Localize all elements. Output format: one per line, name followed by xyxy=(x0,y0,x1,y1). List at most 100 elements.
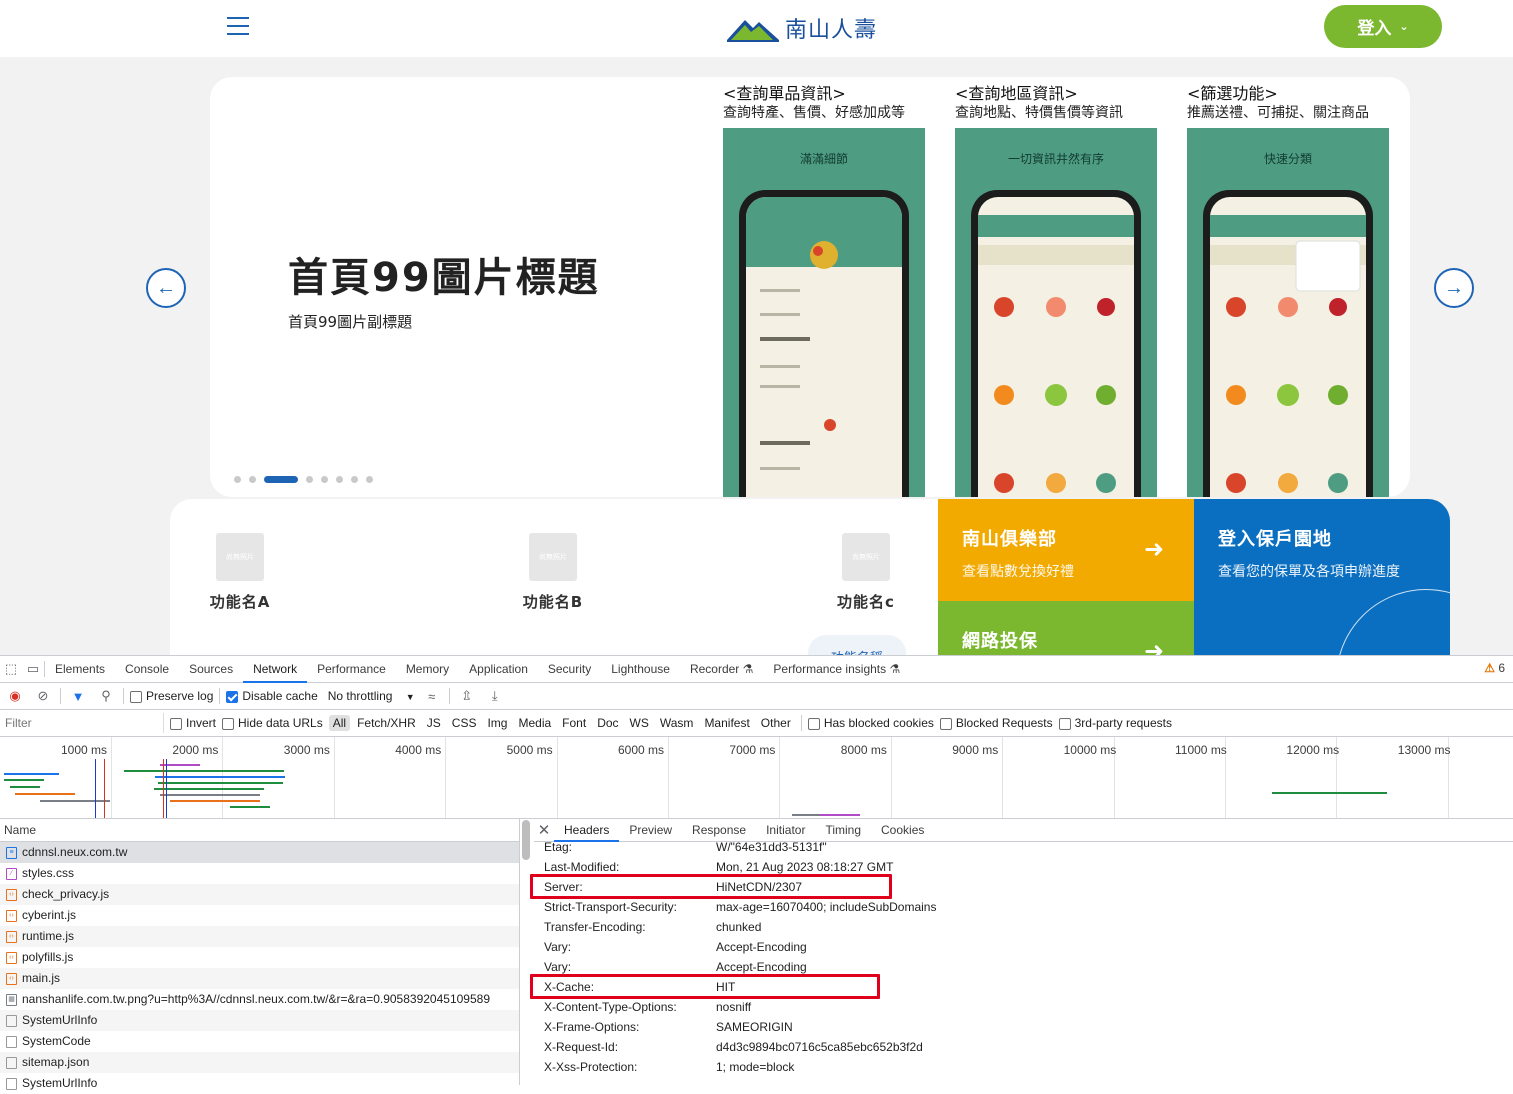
request-row[interactable]: ‹› cyberint.js xyxy=(0,905,519,926)
checkbox[interactable] xyxy=(222,717,235,730)
feature-b[interactable]: 尚無照片 功能名B xyxy=(493,533,613,612)
upload-icon[interactable]: ⇫ xyxy=(456,685,478,707)
phone-mockup xyxy=(971,190,1141,497)
hide-data-urls-checkbox[interactable]: Hide data URLs xyxy=(222,716,323,730)
policyholder-tile[interactable]: 登入保戶園地 查看您的保單及各項申辦進度 xyxy=(1194,499,1450,655)
detail-tab[interactable]: Cookies xyxy=(871,818,934,842)
download-icon[interactable]: ⤓ xyxy=(484,685,506,707)
carousel-dot[interactable] xyxy=(321,476,328,483)
request-row[interactable]: SystemCode xyxy=(0,1031,519,1052)
carousel-indicators xyxy=(234,476,373,483)
request-row[interactable]: sitemap.json xyxy=(0,1052,519,1073)
device-toolbar-icon[interactable]: ▭ xyxy=(22,658,44,680)
carousel-dot[interactable] xyxy=(351,476,358,483)
header-name: Transfer-Encoding: xyxy=(544,920,646,934)
checkbox[interactable] xyxy=(807,717,820,730)
preserve-log-checkbox[interactable]: Preserve log xyxy=(130,689,213,703)
network-overview-timeline[interactable]: 1000 ms 2000 ms 3000 ms 4000 ms 5000 ms 6000 … xyxy=(0,737,1513,819)
request-row[interactable]: SystemUrlInfo xyxy=(0,1010,519,1031)
request-name: SystemUrlInfo xyxy=(22,1013,98,1027)
highlight-box xyxy=(530,974,880,999)
devtools-tab[interactable]: Performance xyxy=(307,656,396,683)
timeline-gridline xyxy=(445,737,447,818)
club-tile[interactable]: 南山俱樂部 查看點數兌換好禮 ➜ xyxy=(938,499,1194,601)
third-party-checkbox[interactable]: 3rd-party requests xyxy=(1058,716,1172,730)
type-filter-button[interactable]: Manifest xyxy=(700,715,753,731)
devtools-tab[interactable]: Recorder ⚗ xyxy=(680,656,763,683)
request-row[interactable]: ‹› main.js xyxy=(0,968,519,989)
blocked-cookies-checkbox[interactable]: Has blocked cookies xyxy=(807,716,934,730)
record-stop-icon[interactable]: ◉ xyxy=(4,685,26,707)
carousel-dot[interactable] xyxy=(249,476,256,483)
type-filter-button[interactable]: Img xyxy=(483,715,511,731)
request-row[interactable]: ⁄ styles.css xyxy=(0,863,519,884)
timeline-gridline xyxy=(111,737,112,818)
header-row: X-Request-Id: d4d3c9894bc0716c5ca85ebc652… xyxy=(544,1037,923,1057)
network-conditions-icon[interactable]: ≈ xyxy=(421,685,443,707)
timeline-gridline xyxy=(1002,737,1004,818)
type-filter-button[interactable]: CSS xyxy=(448,715,481,731)
request-list: Name ≡ cdnnsl.neux.com.tw ⁄ styles.css ‹› che… xyxy=(0,818,520,1090)
devtools-tab[interactable]: Security xyxy=(538,656,601,683)
checkbox[interactable] xyxy=(130,690,142,703)
carousel-dot[interactable] xyxy=(264,476,298,483)
request-row[interactable]: ‹› polyfills.js xyxy=(0,947,519,968)
timeline-gridline xyxy=(333,737,335,818)
carousel-dot[interactable] xyxy=(366,476,373,483)
type-filter-button[interactable]: WS xyxy=(626,715,653,731)
devtools-tab[interactable]: Application xyxy=(459,656,538,683)
carousel-prev-button[interactable]: ← xyxy=(146,268,186,308)
type-filter-button[interactable]: Fetch/XHR xyxy=(353,715,420,731)
arrow-right-icon: ➜ xyxy=(1144,637,1165,655)
request-row[interactable]: ≡ cdnnsl.neux.com.tw xyxy=(0,842,519,863)
tile-title: 登入保戶園地 xyxy=(1218,529,1332,550)
carousel-dot[interactable] xyxy=(336,476,343,483)
type-filter-button[interactable]: Font xyxy=(558,715,590,731)
type-filter-button[interactable]: Wasm xyxy=(656,715,698,731)
image-placeholder-icon: 尚無照片 xyxy=(842,533,890,581)
type-filter-button[interactable]: Other xyxy=(757,715,795,731)
site-logo[interactable]: 南山人壽 xyxy=(727,12,877,44)
request-row[interactable]: ‹› runtime.js xyxy=(0,926,519,947)
disable-cache-checkbox[interactable]: Disable cache xyxy=(226,689,318,703)
carousel-dot[interactable] xyxy=(234,476,241,483)
filter-icon[interactable]: ▼ xyxy=(67,685,89,707)
checkbox[interactable] xyxy=(939,717,952,730)
devtools-tab[interactable]: Network xyxy=(243,656,308,683)
checkbox[interactable] xyxy=(1058,717,1071,730)
image-placeholder-icon: 尚無照片 xyxy=(216,533,264,581)
more-features-button[interactable]: 功能名稱 xyxy=(808,635,906,655)
login-button[interactable]: 登入 ⌄ xyxy=(1324,5,1442,48)
filter-input[interactable]: Filter xyxy=(4,713,164,733)
devtools-tab[interactable]: Lighthouse xyxy=(601,656,680,683)
devtools-tab[interactable]: Console xyxy=(115,656,179,683)
devtools-tab[interactable]: Memory xyxy=(396,656,459,683)
timeline-gridline xyxy=(890,737,892,818)
devtools-tab[interactable]: Sources xyxy=(179,656,243,683)
search-icon[interactable]: ⚲ xyxy=(95,685,117,707)
clear-icon[interactable]: ⊘ xyxy=(32,685,54,707)
type-filter-button[interactable]: JS xyxy=(423,715,445,731)
inspect-element-icon[interactable]: ⬚ xyxy=(0,658,22,680)
checkbox[interactable] xyxy=(170,717,182,730)
type-filter-button[interactable]: All xyxy=(328,715,351,731)
invert-checkbox[interactable]: Invert xyxy=(170,716,216,730)
devtools-tab[interactable]: Performance insights ⚗ xyxy=(763,656,910,683)
menu-icon[interactable] xyxy=(227,17,249,37)
request-row[interactable]: ▦ nanshanlife.com.tw.png?u=http%3A//cdnns… xyxy=(0,989,519,1010)
warnings-badge[interactable]: ⚠ 6 xyxy=(1484,661,1505,675)
carousel-dot[interactable] xyxy=(306,476,313,483)
request-list-scrollbar[interactable] xyxy=(522,820,530,860)
feature-a[interactable]: 尚無照片 功能名A xyxy=(180,533,300,612)
devtools-tab[interactable]: Elements xyxy=(45,656,115,683)
request-row[interactable]: ‹› check_privacy.js xyxy=(0,884,519,905)
online-insure-tile[interactable]: 網路投保 ➜ xyxy=(938,601,1194,655)
carousel-next-button[interactable]: → xyxy=(1434,268,1474,308)
type-filter-button[interactable]: Doc xyxy=(593,715,622,731)
blocked-requests-checkbox[interactable]: Blocked Requests xyxy=(939,716,1053,730)
checkbox[interactable] xyxy=(226,690,239,703)
name-column-header[interactable]: Name xyxy=(0,818,519,842)
type-filter-button[interactable]: Media xyxy=(514,715,555,731)
feature-c[interactable]: 尚無照片 功能名c xyxy=(806,533,926,612)
throttling-select[interactable]: No throttling ▼ xyxy=(328,689,415,703)
